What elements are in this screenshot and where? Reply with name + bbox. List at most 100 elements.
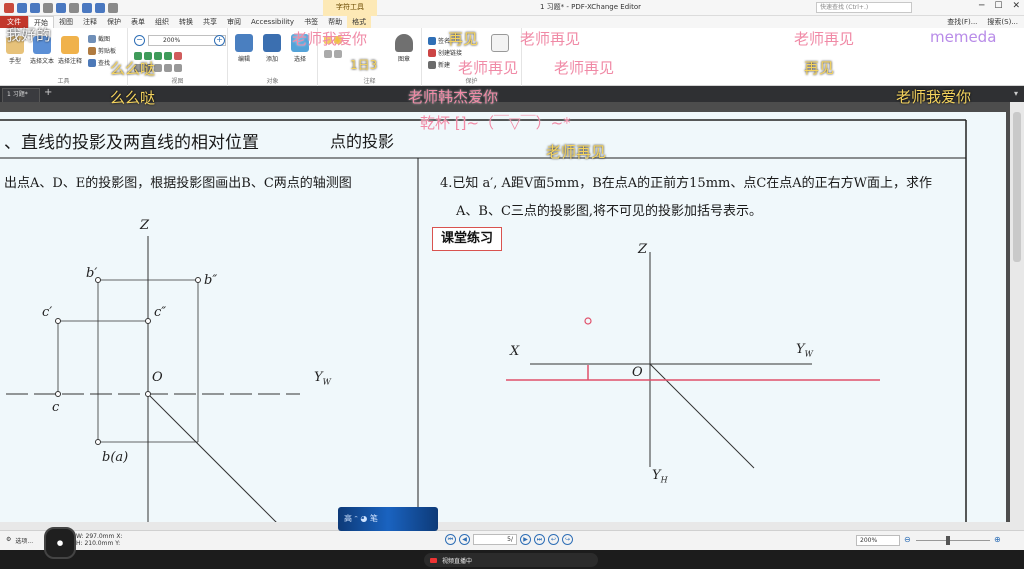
tab-comment[interactable]: 注释 — [78, 16, 102, 28]
stamp-label: 图章 — [397, 56, 410, 63]
zoom-slider-minus-icon[interactable]: ⊖ — [904, 535, 911, 544]
find-button[interactable]: 查找 — [88, 58, 110, 67]
dimension-row-1: W: 297.0mm X: — [76, 533, 122, 540]
zoom-slider-knob[interactable] — [946, 536, 950, 545]
undo-icon[interactable] — [82, 2, 92, 13]
zoom-slider-plus-icon[interactable]: ⊕ — [994, 535, 1001, 544]
facing-icon[interactable] — [154, 64, 162, 72]
tab-protect[interactable]: 保护 — [102, 16, 126, 28]
print-icon[interactable] — [43, 2, 53, 13]
tab-review[interactable]: 审阅 — [222, 16, 246, 28]
find-link[interactable]: 查找(F)... — [947, 17, 977, 27]
tab-bookmark[interactable]: 书签 — [299, 16, 323, 28]
document-tab[interactable]: 1 习题* — [2, 88, 40, 102]
tab-form[interactable]: 表单 — [126, 16, 150, 28]
vertical-scrollbar[interactable] — [1010, 102, 1024, 530]
binoculars-icon — [88, 58, 96, 67]
add-button[interactable]: 添加 — [260, 34, 284, 63]
status-options[interactable]: ⚙ 选项... — [6, 536, 33, 545]
horizontal-scrollbar[interactable] — [0, 522, 1010, 530]
dimension-row-2: H: 210.0mm Y: — [76, 540, 122, 547]
document-area: 、直线的投影及两直线的相对位置 点的投影 出点A、D、E的投影图，根据投影图画出… — [0, 102, 1024, 530]
link-icon — [428, 48, 436, 57]
tab-list-icon[interactable]: ▾ — [1014, 89, 1018, 98]
vertical-scroll-thumb[interactable] — [1013, 112, 1021, 262]
back-view-icon[interactable]: ↩ — [548, 534, 559, 545]
clipboard-icon — [88, 46, 96, 55]
cover-icon[interactable] — [164, 64, 172, 72]
rotate-right-icon[interactable] — [164, 52, 172, 60]
add-label: 添加 — [265, 56, 278, 63]
maximize-icon[interactable]: ☐ — [994, 1, 1002, 11]
add-tab-icon[interactable]: + — [44, 87, 52, 98]
stamp-button[interactable]: 图章 — [392, 34, 416, 63]
danmu-comment: 1日3 — [350, 58, 378, 72]
close-icon[interactable]: ✕ — [1012, 1, 1020, 11]
taskbar: 视频直播中 — [0, 550, 1024, 569]
open-icon[interactable] — [17, 2, 27, 13]
tab-convert[interactable]: 转换 — [174, 16, 198, 28]
page-number-input[interactable]: 5/ — [473, 534, 517, 545]
danmu-comment: 老师再见 — [520, 30, 581, 48]
right-label-yw-sub: W — [804, 349, 813, 359]
point-a-prime — [584, 317, 592, 325]
tab-help[interactable]: 帮助 — [323, 16, 347, 28]
create-link-button[interactable]: 创建链接 — [428, 48, 462, 57]
rotate-left-icon[interactable] — [154, 52, 162, 60]
screen-record-icon[interactable]: ⏺ — [44, 527, 76, 559]
sign-button[interactable]: 签名 — [428, 36, 450, 45]
tab-view[interactable]: 视图 — [54, 16, 78, 28]
screenshot-button[interactable]: 截图 — [88, 34, 110, 43]
last-page-icon[interactable]: ⏭ — [534, 534, 545, 545]
app-icon — [4, 2, 14, 13]
ribbon-group-label-comment: 注释 — [363, 78, 376, 85]
next-page-icon[interactable]: ▶ — [520, 534, 531, 545]
first-page-icon[interactable]: ⏮ — [445, 534, 456, 545]
ribbon-right-links: 查找(F)... 搜索(S)... — [947, 17, 1018, 27]
tab-accessibility[interactable]: Accessibility — [246, 16, 299, 28]
right-question-line-2: A、B、C三点的投影图,将不可见的投影加括号表示。 — [456, 204, 763, 219]
comment-row-2 — [324, 50, 342, 58]
live-recording-pill[interactable]: 视频直播中 — [424, 553, 598, 567]
save-icon[interactable] — [30, 2, 40, 13]
tab-share[interactable]: 共享 — [198, 16, 222, 28]
select-comment-button[interactable]: 选择注释 — [58, 36, 82, 65]
edit-button[interactable]: 编辑 — [232, 34, 256, 63]
right-projection-diagram — [506, 252, 880, 469]
zoom-slider[interactable]: ⊖ ⊕ — [904, 535, 1014, 546]
coord-h: H: 210.0mm — [76, 540, 114, 547]
tab-organize[interactable]: 组织 — [150, 16, 174, 28]
document-button[interactable] — [488, 34, 512, 54]
zoom-in-icon[interactable]: + — [214, 35, 225, 46]
danmu-comment: 再见 — [804, 59, 835, 77]
clipboard-label: 剪贴板 — [98, 48, 117, 55]
underline-icon[interactable] — [334, 50, 342, 58]
floating-toolbar-pill[interactable]: 高 ᵔ ◕ 笔 — [338, 507, 438, 531]
status-zoom-combo[interactable]: 200% — [856, 535, 900, 546]
split-icon[interactable] — [174, 64, 182, 72]
point-b-a — [95, 439, 101, 445]
prev-page-icon[interactable]: ◀ — [459, 534, 470, 545]
redo-icon[interactable] — [95, 2, 105, 13]
forward-view-icon[interactable]: ↪ — [562, 534, 573, 545]
minimize-icon[interactable]: ─ — [979, 1, 984, 11]
search-link[interactable]: 搜索(S)... — [987, 17, 1018, 27]
clipboard-button[interactable]: 剪贴板 — [88, 46, 116, 55]
hand-label: 手型 — [8, 58, 21, 65]
new-button[interactable]: 新建 — [428, 60, 450, 69]
left-label-yw: YW — [314, 370, 331, 387]
recording-icon — [430, 557, 437, 563]
coord-w: W: 297.0mm — [76, 533, 115, 540]
email-icon[interactable] — [56, 2, 66, 13]
right-label-yw: YW — [796, 342, 813, 359]
tab-format[interactable]: 格式 — [347, 16, 372, 28]
actual-size-icon[interactable] — [174, 52, 182, 60]
select-comment-label: 选择注释 — [58, 58, 83, 65]
scan-icon[interactable] — [69, 2, 79, 13]
typewriter-icon[interactable] — [324, 50, 332, 58]
left-label-z: Z — [140, 218, 150, 233]
back-icon[interactable] — [108, 2, 118, 13]
zoom-out-icon[interactable]: − — [134, 35, 145, 46]
quick-search-input[interactable]: 快速查找 (Ctrl+.) — [816, 2, 912, 13]
zoom-slider-track — [916, 540, 990, 541]
